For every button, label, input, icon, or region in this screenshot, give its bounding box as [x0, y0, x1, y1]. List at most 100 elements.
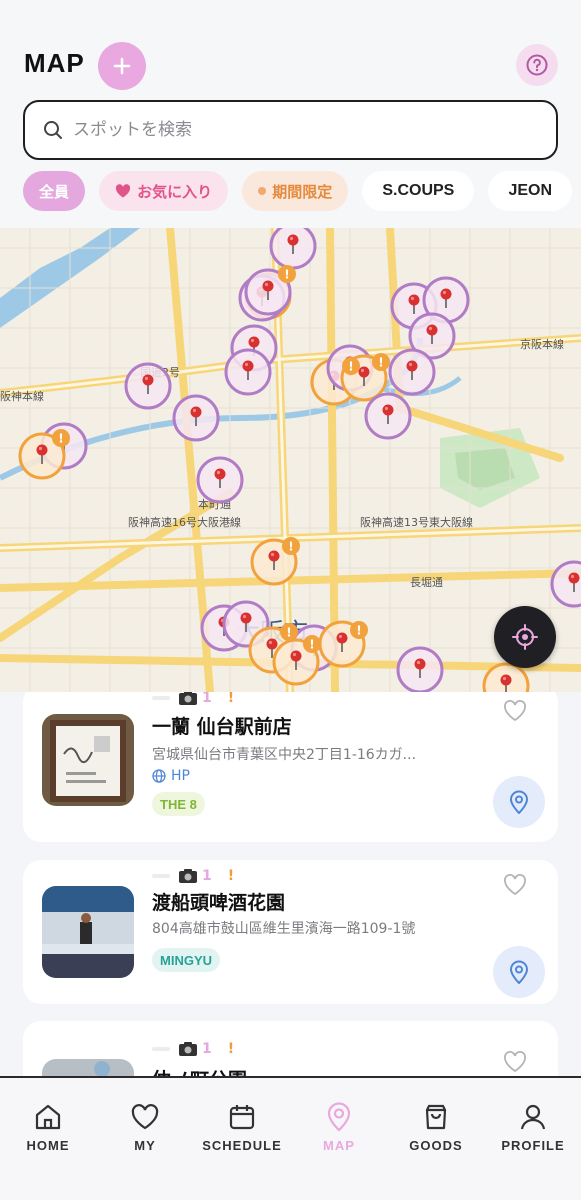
spot-thumbnail — [42, 714, 134, 806]
spot-thumbnail — [42, 886, 134, 978]
map-marker[interactable] — [398, 648, 442, 692]
tab-my[interactable]: MY — [95, 1102, 195, 1153]
tab-home[interactable]: HOME — [0, 1102, 98, 1153]
spot-thumbnail — [42, 1059, 134, 1076]
tab-schedule[interactable]: SCHEDULE — [192, 1102, 292, 1153]
spot-meta: 1 ! — [152, 692, 234, 706]
spot-name: 仲ノ町公園 — [152, 1065, 247, 1076]
member-tag: THE 8 — [152, 792, 205, 816]
alert-mark: ! — [227, 692, 235, 706]
meta-divider — [152, 1047, 170, 1051]
alert-badge — [372, 353, 390, 371]
photo-count: 1 — [202, 868, 212, 884]
tab-profile[interactable]: PROFILE — [483, 1102, 581, 1153]
map-marker[interactable] — [390, 350, 434, 394]
tab-home-label: HOME — [26, 1138, 70, 1153]
filter-chips: 全員 お気に入り 期間限定 S.COUPS JEON — [23, 171, 581, 213]
spot-card[interactable]: 1 ! 一蘭 仙台駅前店 宮城県仙台市青葉区中央2丁目1-16カガ... HP … — [23, 692, 558, 842]
map-view[interactable]: 国道2号 阪神本線 阪神高速16号大阪港線 阪神高速13号東大阪線 長堀通 京阪… — [0, 228, 581, 692]
alert-badge — [52, 429, 70, 447]
tab-my-label: MY — [134, 1138, 156, 1153]
photo-count: 1 — [202, 1041, 212, 1057]
alert-mark: ! — [227, 868, 235, 884]
spot-card[interactable]: 1 ! 仲ノ町公園 — [23, 1021, 558, 1076]
user-icon — [520, 1104, 546, 1130]
alert-badge — [280, 623, 298, 641]
tab-goods[interactable]: GOODS — [386, 1102, 486, 1153]
add-spot-button[interactable] — [98, 42, 146, 90]
tab-map-label: MAP — [323, 1138, 355, 1153]
member-tag: MINGYU — [152, 948, 220, 972]
photo-count: 1 — [202, 692, 212, 706]
heart-icon — [116, 184, 131, 198]
alert-badge — [350, 621, 368, 639]
crosshair-icon — [512, 624, 538, 650]
heart-outline-icon[interactable] — [503, 700, 527, 722]
filter-favorites-chip[interactable]: お気に入り — [99, 171, 229, 211]
spot-address: 宮城県仙台市青葉区中央2丁目1-16カガ... — [152, 747, 417, 763]
limited-dot-icon — [258, 187, 267, 195]
header: MAP 全員 お気に入り 期間限定 S.COUPS JEON — [0, 0, 581, 228]
camera-icon — [179, 1042, 197, 1056]
filter-member-label: JEON — [508, 182, 553, 199]
spot-list[interactable]: 1 ! 一蘭 仙台駅前店 宮城県仙台市青葉区中央2丁目1-16カガ... HP … — [0, 692, 581, 1076]
homepage-link-label: HP — [171, 768, 190, 784]
alert-badge — [303, 635, 321, 653]
spot-name: 渡船頭啤酒花園 — [152, 892, 286, 914]
filter-all-chip[interactable]: 全員 — [23, 171, 86, 211]
spot-card[interactable]: 1 ! 渡船頭啤酒花園 804高雄市鼓山區維生里濱海一路109-1號 MINGY… — [23, 860, 558, 1004]
show-on-map-button[interactable] — [493, 946, 545, 998]
map-marker[interactable] — [174, 396, 218, 440]
my-location-button[interactable] — [494, 606, 556, 668]
alert-badge — [278, 265, 296, 283]
tab-profile-label: PROFILE — [501, 1138, 565, 1153]
help-button[interactable] — [516, 44, 558, 86]
search-icon — [44, 121, 62, 139]
alert-badge — [342, 357, 360, 375]
alert-mark: ! — [227, 1041, 235, 1057]
map-marker[interactable] — [366, 394, 410, 438]
meta-divider — [152, 874, 170, 878]
location-pin-icon — [509, 960, 529, 984]
map-marker[interactable] — [552, 562, 581, 606]
filter-limited-chip[interactable]: 期間限定 — [242, 171, 349, 211]
map-marker[interactable] — [271, 228, 315, 268]
filter-member-chip[interactable]: S.COUPS — [362, 171, 475, 211]
filter-member-label: S.COUPS — [382, 182, 455, 199]
shopping-bag-icon — [425, 1104, 447, 1130]
plus-icon — [113, 57, 131, 75]
map-marker[interactable] — [198, 458, 242, 502]
filter-favorites-label: お気に入り — [137, 182, 213, 201]
map-marker[interactable] — [126, 364, 170, 408]
tab-schedule-label: SCHEDULE — [202, 1138, 282, 1153]
map-marker[interactable] — [226, 350, 270, 394]
camera-icon — [179, 869, 197, 883]
filter-all-label: 全員 — [39, 182, 70, 201]
location-pin-icon — [509, 790, 529, 814]
heart-icon — [131, 1104, 159, 1130]
homepage-link[interactable]: HP — [152, 768, 190, 784]
question-icon — [526, 54, 548, 76]
search-input[interactable] — [73, 120, 513, 140]
heart-outline-icon[interactable] — [503, 1051, 527, 1073]
filter-limited-label: 期間限定 — [272, 182, 333, 201]
search-bar[interactable] — [23, 100, 558, 160]
alert-badge — [282, 537, 300, 555]
spot-meta: 1 ! — [152, 1041, 234, 1057]
location-pin-icon — [327, 1102, 351, 1132]
bottom-tab-bar: HOME MY SCHEDULE MAP GOODS PROFILE — [0, 1076, 581, 1200]
spot-markers[interactable]: ! — [0, 228, 581, 692]
home-icon — [35, 1104, 61, 1130]
meta-divider — [152, 696, 170, 700]
show-on-map-button[interactable] — [493, 776, 545, 828]
spot-address: 804高雄市鼓山區維生里濱海一路109-1號 — [152, 921, 416, 937]
globe-icon — [152, 769, 166, 783]
tab-goods-label: GOODS — [409, 1138, 463, 1153]
heart-outline-icon[interactable] — [503, 874, 527, 896]
map-marker[interactable] — [484, 664, 528, 692]
page-title: MAP — [24, 48, 85, 78]
spot-meta: 1 ! — [152, 868, 234, 884]
filter-member-chip[interactable]: JEON — [488, 171, 573, 211]
tab-map[interactable]: MAP — [289, 1102, 389, 1153]
spot-name: 一蘭 仙台駅前店 — [152, 716, 292, 738]
